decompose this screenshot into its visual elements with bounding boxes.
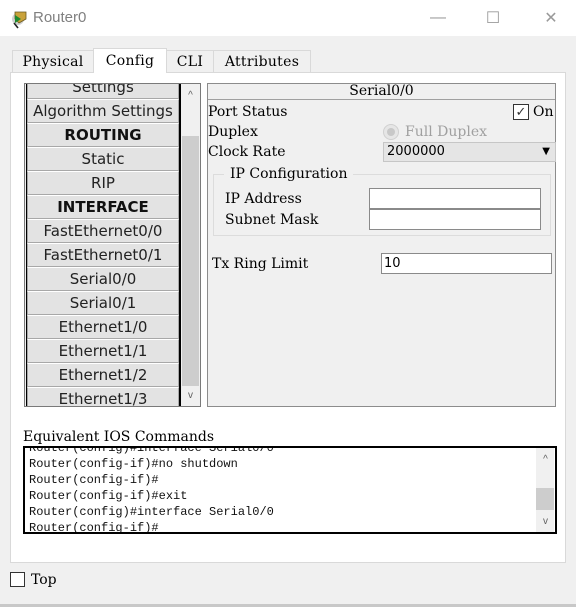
close-icon: ✕ — [544, 10, 558, 27]
interface-config-panel: Serial0/0 Port Status ✓ On Duplex Full D… — [207, 83, 556, 407]
sidebar-section-header: ROUTING — [27, 123, 179, 147]
ios-command-lines: Router(config)#interface Serial0/0 Router… — [29, 446, 274, 534]
subnet-mask-input[interactable] — [369, 209, 541, 230]
sidebar-scroll-thumb[interactable] — [182, 136, 199, 386]
sidebar-item[interactable]: Ethernet1/2 — [27, 363, 179, 387]
sidebar-item[interactable]: RIP — [27, 171, 179, 195]
ip-address-input[interactable] — [369, 188, 541, 209]
title-bar: Router0 — ☐ ✕ — [0, 0, 576, 36]
minimize-button[interactable]: — — [415, 0, 461, 36]
port-status-checkbox[interactable]: ✓ — [513, 104, 529, 120]
sidebar-list: Settings Algorithm Settings ROUTING Static R… — [26, 84, 181, 406]
scroll-up-icon[interactable]: ^ — [181, 86, 200, 104]
tab-config[interactable]: Config — [93, 48, 167, 73]
maximize-button[interactable]: ☐ — [470, 0, 516, 36]
router-app-icon — [12, 11, 27, 29]
full-duplex-label: Full Duplex — [405, 124, 487, 140]
ip-configuration-group: IP Configuration IP Address Subnet Mask — [213, 166, 551, 236]
sidebar-item[interactable]: FastEthernet0/1 — [27, 243, 179, 267]
ios-command-line: Router(config)#interface Serial0/0 — [29, 446, 274, 455]
ios-command-line: Router(config-if)#exit — [29, 489, 188, 503]
dropdown-arrow-icon: ▼ — [542, 146, 550, 157]
scroll-up-icon[interactable]: ^ — [536, 450, 555, 468]
sidebar-item[interactable]: Static — [27, 147, 179, 171]
minimize-icon: — — [430, 9, 446, 26]
window-title: Router0 — [33, 9, 87, 26]
ios-command-line: Router(config)#interface Serial0/0 — [29, 505, 274, 519]
clock-rate-value: 2000000 — [387, 144, 445, 159]
scroll-down-icon[interactable]: v — [181, 386, 200, 404]
close-button[interactable]: ✕ — [528, 0, 574, 36]
tab-physical[interactable]: Physical — [12, 50, 94, 72]
sidebar-item[interactable]: Serial0/1 — [27, 291, 179, 315]
ip-configuration-title: IP Configuration — [224, 166, 354, 182]
port-status-on-label: On — [533, 104, 554, 120]
ios-scroll-thumb[interactable] — [536, 488, 554, 510]
sidebar-scrollbar[interactable]: ^ v — [181, 84, 200, 406]
ios-commands-label: Equivalent IOS Commands — [23, 429, 215, 445]
subnet-mask-label: Subnet Mask — [225, 212, 319, 228]
scroll-down-icon[interactable]: v — [536, 512, 555, 530]
window-client: Physical Config CLI Attributes Settings A… — [0, 36, 576, 607]
sidebar-section-header: INTERFACE — [27, 195, 179, 219]
sidebar-item[interactable]: Ethernet1/0 — [27, 315, 179, 339]
port-status-label: Port Status — [208, 104, 288, 120]
sidebar-item[interactable]: Settings — [27, 84, 179, 99]
sidebar-item[interactable]: FastEthernet0/0 — [27, 219, 179, 243]
check-icon: ✓ — [515, 104, 527, 119]
ios-scrollbar[interactable]: ^ v — [536, 448, 554, 532]
tx-ring-limit-label: Tx Ring Limit — [212, 256, 309, 272]
top-label: Top — [31, 572, 57, 588]
ios-command-line: Router(config-if)# — [29, 473, 159, 487]
ios-commands-output[interactable]: Router(config)#interface Serial0/0 Router… — [23, 446, 557, 534]
ios-command-line: Router(config-if)#no shutdown — [29, 457, 238, 471]
clock-rate-label: Clock Rate — [208, 144, 286, 160]
sidebar-item[interactable]: Serial0/0 — [27, 267, 179, 291]
clock-rate-select[interactable]: 2000000 ▼ — [383, 142, 556, 162]
tab-cli[interactable]: CLI — [166, 50, 214, 72]
config-tab-panel: Settings Algorithm Settings ROUTING Static R… — [10, 72, 566, 563]
sidebar-item[interactable]: Algorithm Settings — [27, 99, 179, 123]
duplex-label: Duplex — [208, 124, 258, 140]
top-checkbox[interactable] — [10, 572, 25, 587]
interface-title: Serial0/0 — [208, 84, 555, 100]
sidebar-item[interactable]: Ethernet1/1 — [27, 339, 179, 363]
maximize-icon: ☐ — [485, 10, 501, 27]
tx-ring-limit-input[interactable]: 10 — [381, 253, 552, 274]
ip-address-label: IP Address — [225, 191, 302, 207]
full-duplex-radio[interactable] — [383, 124, 399, 140]
sidebar-item[interactable]: Ethernet1/3 — [27, 387, 179, 406]
ios-command-line: Router(config-if)# — [29, 521, 159, 534]
config-sidebar: Settings Algorithm Settings ROUTING Static R… — [24, 83, 201, 407]
tab-attributes[interactable]: Attributes — [213, 50, 311, 72]
